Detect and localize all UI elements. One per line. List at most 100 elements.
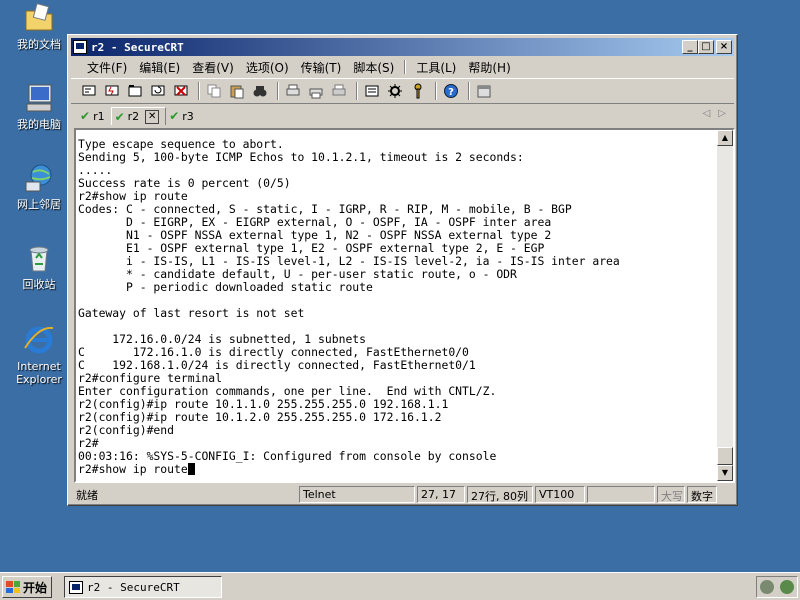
menu-script[interactable]: 脚本(S) — [347, 59, 400, 76]
computer-icon — [26, 84, 52, 112]
status-terminal-size: 27行, 80列 — [467, 486, 533, 503]
start-button[interactable]: 开始 — [2, 576, 52, 598]
keymap-tool[interactable] — [408, 82, 428, 100]
terminal-prompt-text: r2#show ip route — [78, 462, 188, 476]
taskbar: 开始 r2 - SecureCRT — [0, 572, 800, 600]
toolbar-separator — [435, 82, 437, 100]
start-label: 开始 — [23, 580, 48, 595]
tray-status-icon[interactable] — [760, 580, 774, 594]
tab-scroll-right-icon[interactable]: ▷ — [718, 108, 726, 119]
desktop-icon-label: 网上邻居 — [17, 198, 61, 211]
menu-help[interactable]: 帮助(H) — [462, 59, 516, 76]
connected-check-icon: ✔ — [114, 109, 125, 124]
vertical-scrollbar[interactable]: ▲ ▼ — [717, 130, 733, 481]
terminal-line: Gateway of last resort is not set — [78, 306, 305, 320]
connect-tab-tool[interactable] — [125, 82, 145, 100]
tab-label: r3 — [182, 109, 194, 123]
status-protocol: Telnet — [299, 486, 415, 503]
desktop-icon-internet-explorer[interactable]: Internet Explorer — [4, 324, 74, 386]
help-tool[interactable]: ? — [441, 82, 461, 100]
print-selection-tool[interactable] — [306, 82, 326, 100]
scroll-down-button[interactable]: ▼ — [717, 465, 733, 481]
connect-tool[interactable] — [79, 82, 99, 100]
tab-scroll-left-icon[interactable]: ◁ — [703, 108, 711, 119]
toolbar-separator — [356, 82, 358, 100]
title-bar[interactable]: r2 - SecureCRT _ □ × — [71, 38, 734, 56]
internet-explorer-icon — [24, 326, 54, 354]
securecrt-app-icon — [73, 40, 87, 54]
taskbar-button-label: r2 - SecureCRT — [87, 580, 180, 594]
paste-icon — [230, 85, 244, 99]
reconnect-tool[interactable] — [148, 82, 168, 100]
minimize-button[interactable]: _ — [682, 40, 698, 54]
disconnect-icon — [174, 85, 188, 96]
securecrt-window: r2 - SecureCRT _ □ × 文件(F) 编辑(E) 查看(V) 选… — [67, 34, 738, 506]
desktop-icon-label: 我的文档 — [17, 38, 61, 51]
folder-documents-icon — [25, 3, 53, 31]
connect-tab-icon — [128, 85, 142, 97]
status-blank — [587, 486, 655, 503]
window-title: r2 - SecureCRT — [91, 40, 184, 54]
tab-r3[interactable]: ✔ r3 — [166, 107, 200, 125]
maximize-button[interactable]: □ — [698, 40, 714, 54]
desktop-icon-network[interactable]: 网上邻居 — [4, 162, 74, 211]
print-tool[interactable] — [329, 82, 349, 100]
status-cursor-position: 27, 17 — [417, 486, 465, 503]
terminal-cursor — [187, 463, 195, 475]
binoculars-icon — [253, 86, 267, 97]
disconnect-tool[interactable] — [171, 82, 191, 100]
window-tool[interactable] — [474, 82, 494, 100]
desktop-icon-label: Internet Explorer — [16, 360, 62, 386]
tray-network-icon[interactable] — [780, 580, 794, 594]
terminal-line: r2(config)#ip route 10.1.2.0 255.255.255… — [78, 410, 442, 424]
system-tray — [756, 576, 798, 598]
copy-icon — [207, 84, 221, 98]
copy-tool[interactable] — [204, 82, 224, 100]
taskbar-button-securecrt[interactable]: r2 - SecureCRT — [64, 576, 222, 598]
status-bar: 就绪 Telnet 27, 17 27行, 80列 VT100 大写 数字 — [71, 486, 734, 504]
menu-tools[interactable]: 工具(L) — [410, 59, 462, 76]
close-tab-button[interactable]: ✕ — [145, 109, 160, 124]
menu-view[interactable]: 查看(V) — [186, 59, 240, 76]
network-icon — [25, 164, 52, 192]
tab-r2[interactable]: ✔ r2 ✕ — [110, 107, 167, 125]
menu-bar: 文件(F) 编辑(E) 查看(V) 选项(O) 传输(T) 脚本(S) 工具(L… — [71, 57, 734, 77]
toolbar-separator — [468, 82, 470, 100]
menu-separator — [404, 60, 407, 74]
tab-r1[interactable]: ✔ r1 — [77, 107, 111, 125]
terminal-output[interactable]: Type escape sequence to abort. Sending 5,… — [74, 128, 735, 483]
quick-connect-tool[interactable] — [102, 82, 122, 100]
menu-file[interactable]: 文件(F) — [81, 59, 133, 76]
toolbar: ? — [71, 78, 734, 104]
connected-check-icon: ✔ — [169, 109, 180, 123]
global-options-tool[interactable] — [385, 82, 405, 100]
paste-tool[interactable] — [227, 82, 247, 100]
tab-label: r2 — [127, 110, 140, 123]
connect-icon — [82, 85, 96, 96]
desktop-icon-my-computer[interactable]: 我的电脑 — [4, 82, 74, 131]
toolbar-separator — [198, 82, 200, 100]
find-tool[interactable] — [250, 82, 270, 100]
menu-edit[interactable]: 编辑(E) — [133, 59, 186, 76]
printer-icon — [332, 84, 346, 96]
securecrt-app-icon — [69, 580, 83, 594]
print-setup-tool[interactable] — [283, 82, 303, 100]
session-options-icon — [365, 85, 379, 97]
session-tabs: ✔ r1 ✔ r2 ✕ ✔ r3 ◁ ▷ — [71, 106, 734, 126]
print-selection-icon — [309, 88, 323, 99]
menu-transfer[interactable]: 传输(T) — [295, 59, 348, 76]
session-options-tool[interactable] — [362, 82, 382, 100]
desktop-icon-recycle-bin[interactable]: 回收站 — [4, 242, 74, 291]
reconnect-icon — [151, 85, 165, 96]
menu-options[interactable]: 选项(O) — [240, 59, 295, 76]
terminal-prompt-line: r2#show ip route — [78, 463, 718, 476]
desktop-icon-label: 我的电脑 — [17, 118, 61, 131]
svg-text:?: ? — [448, 87, 454, 98]
desktop-icon-my-documents[interactable]: 我的文档 — [4, 2, 74, 51]
scroll-thumb[interactable] — [717, 447, 733, 465]
scroll-up-button[interactable]: ▲ — [717, 130, 733, 146]
close-button[interactable]: × — [716, 40, 732, 54]
status-emulation: VT100 — [535, 486, 585, 503]
terminal-line: r2(config)#end — [78, 423, 175, 437]
status-caps-lock: 大写 — [657, 486, 685, 503]
